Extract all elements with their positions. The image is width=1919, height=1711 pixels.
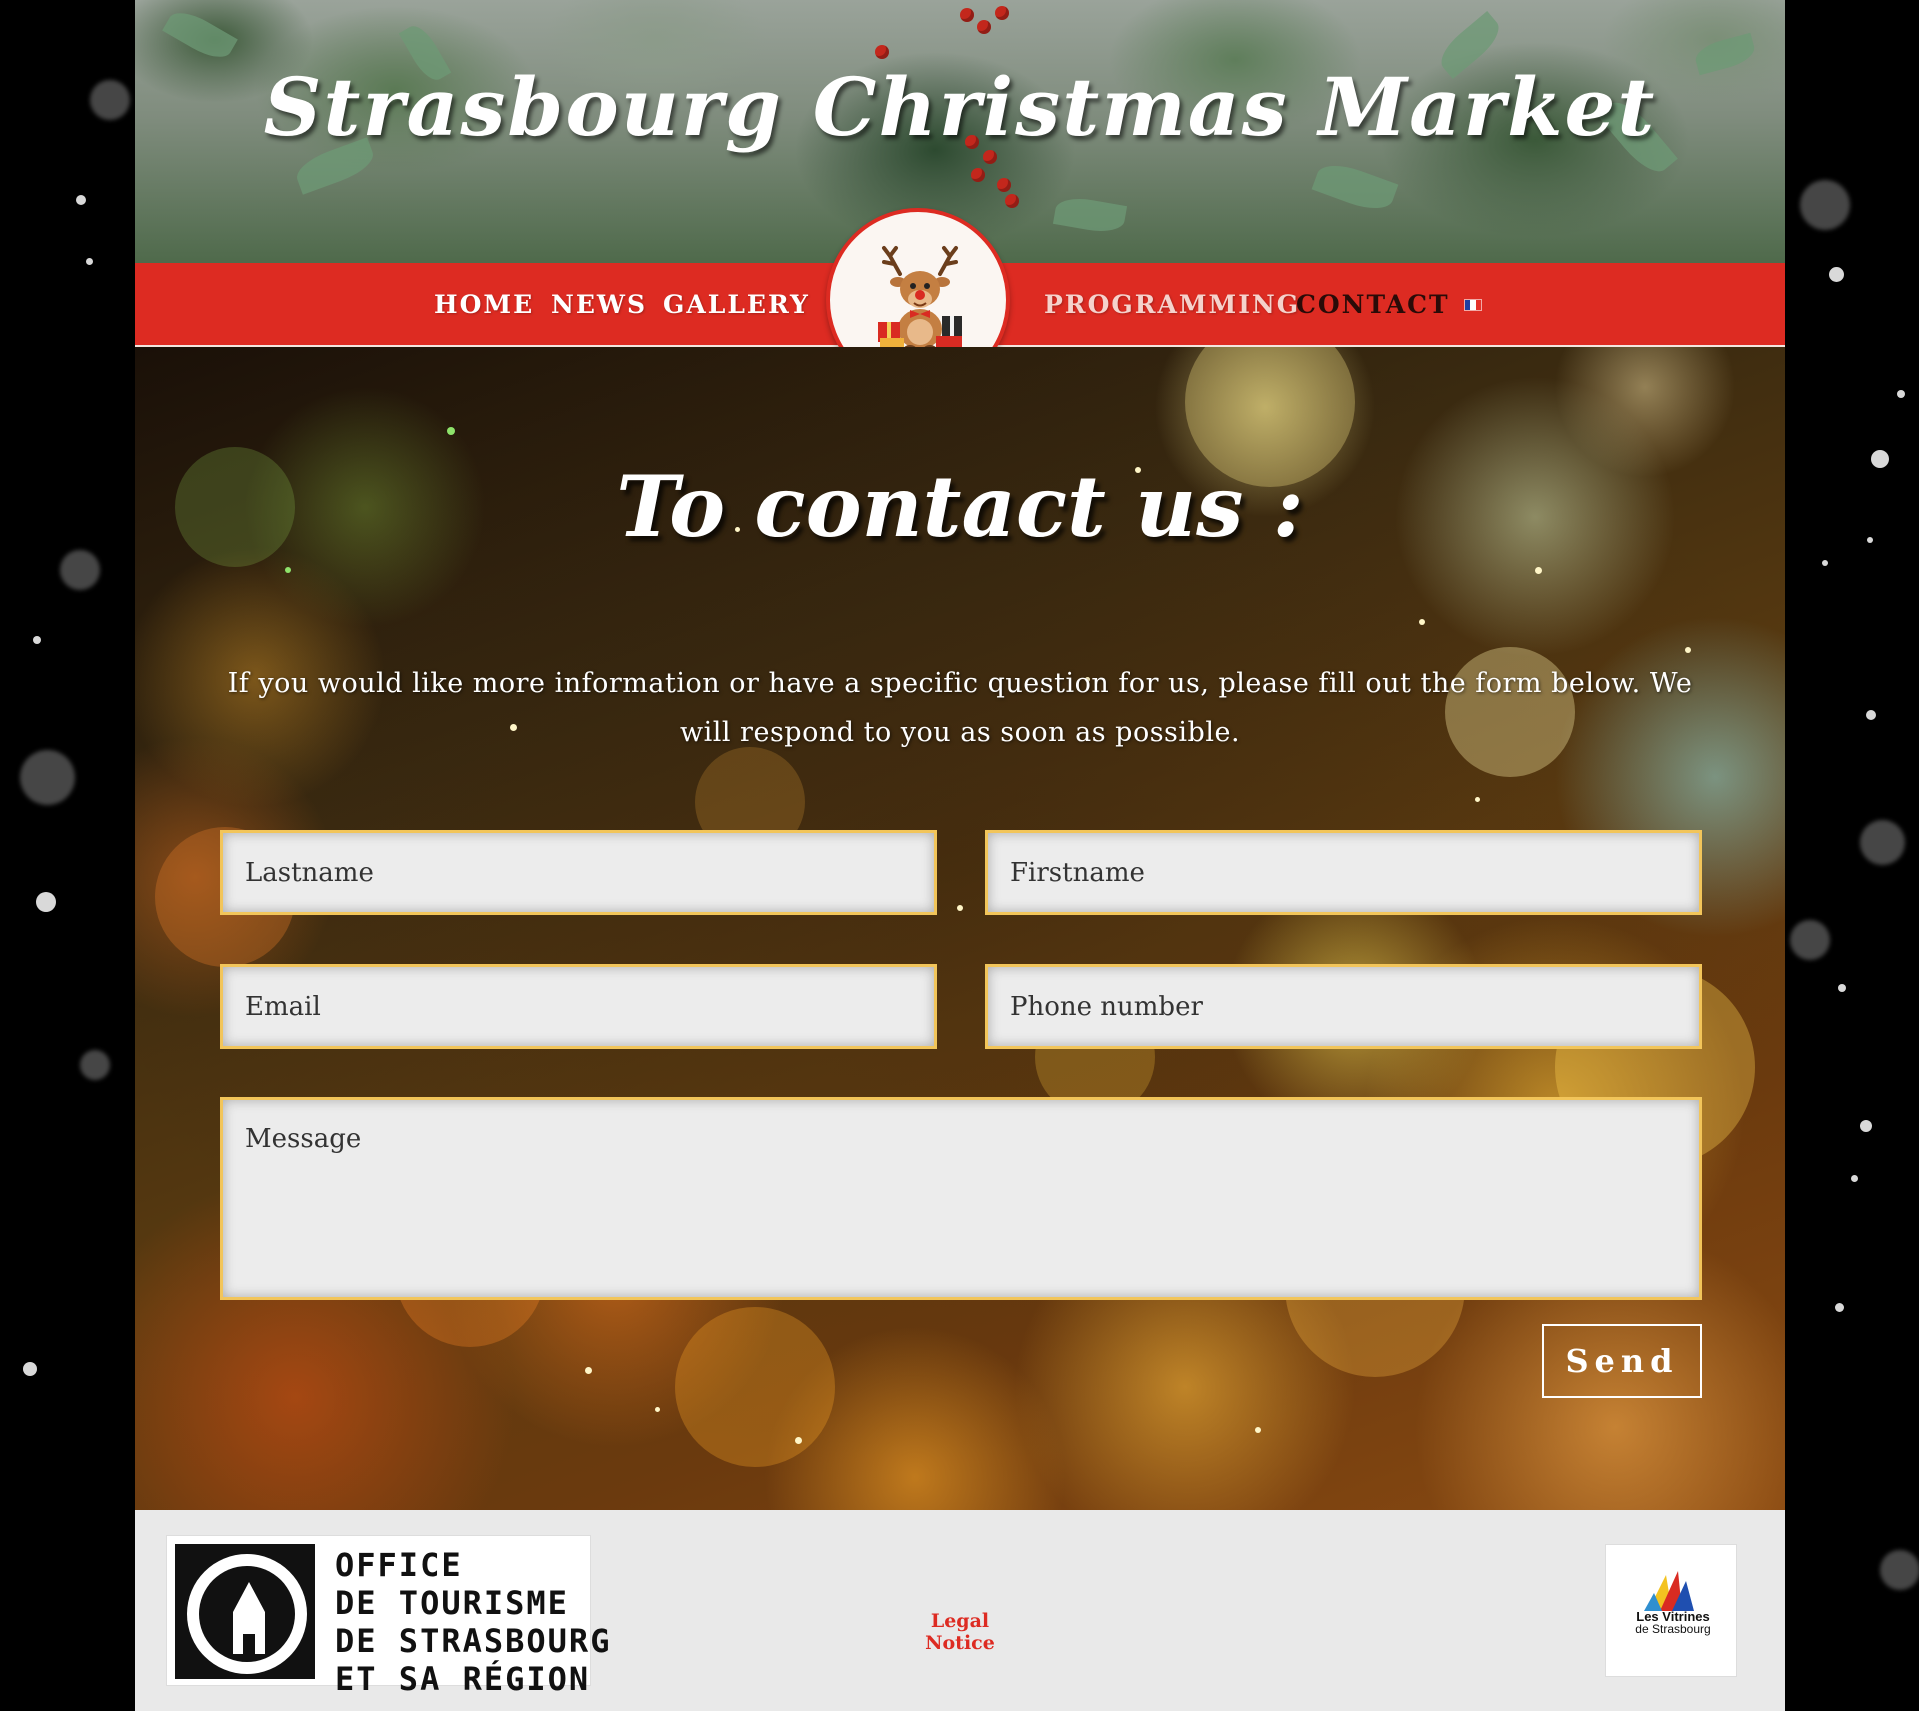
send-button[interactable]: Send <box>1542 1324 1702 1398</box>
les-vitrines-mark-icon <box>1644 1571 1694 1611</box>
contact-intro-text: If you would like more information or ha… <box>227 668 1693 748</box>
page-container: Strasbourg Christmas Market HOME NEWS GA… <box>135 0 1785 1711</box>
nav-item-contact[interactable]: CONTACT <box>1296 285 1450 325</box>
email-field[interactable] <box>220 964 937 1049</box>
tourism-office-mark-icon <box>175 1544 315 1679</box>
nav-item-programming[interactable]: PROGRAMMING <box>1044 285 1300 325</box>
firstname-field[interactable] <box>985 830 1702 915</box>
les-vitrines-text: Les Vitrines de Strasbourg <box>1635 1609 1711 1636</box>
nav-item-home[interactable]: HOME <box>434 285 534 325</box>
nav-item-gallery[interactable]: GALLERY <box>663 285 810 325</box>
contact-section: To contact us : If you would like more i… <box>135 347 1785 1510</box>
nav-item-news[interactable]: NEWS <box>551 285 647 325</box>
message-field[interactable] <box>220 1097 1702 1300</box>
contact-title: To contact us : <box>616 457 1304 556</box>
les-vitrines-logo[interactable]: Les Vitrines de Strasbourg <box>1605 1544 1737 1677</box>
legal-notice-link[interactable]: Legal Notice <box>905 1610 1015 1654</box>
french-flag-icon[interactable] <box>1464 299 1482 311</box>
tourism-office-logo[interactable]: OFFICE DE TOURISME DE STRASBOURG ET SA R… <box>166 1535 609 1698</box>
reindeer-logo-icon <box>878 246 962 355</box>
site-title: Strasbourg Christmas Market <box>263 60 1657 154</box>
phone-number-field[interactable] <box>985 964 1702 1049</box>
tourism-office-text: OFFICE DE TOURISME DE STRASBOURG ET SA R… <box>335 1546 612 1698</box>
lastname-field[interactable] <box>220 830 937 915</box>
footer: OFFICE DE TOURISME DE STRASBOURG ET SA R… <box>135 1510 1785 1711</box>
